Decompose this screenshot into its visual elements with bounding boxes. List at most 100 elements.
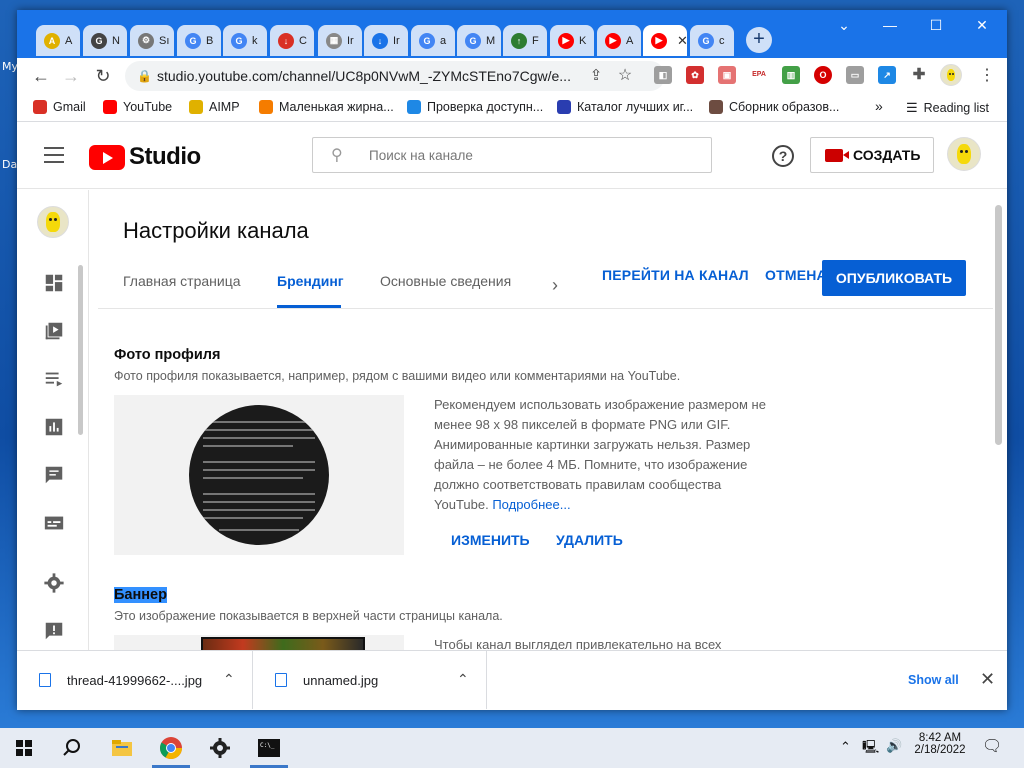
browser-tab[interactable]: GM — [457, 25, 501, 56]
tabs-chevron-right-icon[interactable]: › — [552, 275, 558, 296]
browser-tab[interactable]: ⚙ Sı — [130, 25, 174, 56]
tab-basic-info[interactable]: Основные сведения — [380, 273, 511, 289]
bookmark-favicon-icon — [407, 100, 421, 114]
content-scrollbar[interactable] — [995, 205, 1002, 445]
share-icon[interactable]: ⇪ — [582, 62, 610, 90]
reading-list-button[interactable]: ☰ Reading list — [906, 100, 989, 116]
notifications-icon[interactable]: 🗨 — [982, 736, 1002, 756]
reading-list-icon: ☰ — [906, 100, 918, 115]
bookmark-favicon-icon — [189, 100, 203, 114]
settings-gear-icon[interactable] — [43, 572, 65, 594]
bookmark-item[interactable]: Каталог лучших иг... — [557, 100, 693, 114]
taskbar-search-icon[interactable] — [58, 734, 86, 762]
forward-button[interactable]: → — [57, 62, 85, 90]
terminal-taskbar-icon[interactable]: C:\_ — [255, 734, 283, 762]
bookmarks-more-icon[interactable]: » — [875, 98, 883, 114]
channel-avatar[interactable] — [37, 206, 69, 238]
dashboard-icon[interactable] — [43, 272, 65, 294]
channel-search-input[interactable]: ⚲ Поиск на канале — [312, 137, 712, 173]
file-explorer-icon[interactable] — [108, 734, 136, 762]
create-button[interactable]: СОЗДАТЬ — [810, 137, 934, 173]
learn-more-link[interactable]: Подробнее... — [492, 497, 570, 512]
windows-start-icon[interactable] — [10, 734, 38, 762]
extension-8-icon[interactable]: ↗ — [878, 66, 896, 84]
tab-search-icon[interactable]: ⌄ — [821, 10, 867, 40]
publish-button[interactable]: ОПУБЛИКОВАТЬ — [822, 260, 966, 296]
bookmark-item[interactable]: Проверка доступн... — [407, 100, 543, 114]
nav-scrollbar[interactable] — [78, 265, 83, 435]
desktop-label-1[interactable]: My — [2, 60, 18, 73]
extension-7-icon[interactable]: ▭ — [846, 66, 864, 84]
minimize-button[interactable]: — — [867, 10, 913, 40]
maximize-button[interactable]: ☐ — [913, 10, 959, 40]
browser-tab[interactable]: AA — [36, 25, 80, 56]
download-item-2-chevron-icon[interactable]: ⌃ — [457, 671, 469, 688]
browser-tab[interactable]: ↓ Ir — [364, 25, 408, 56]
browser-tab[interactable]: Gk — [223, 25, 267, 56]
browser-window: A A G N ⚙ Sı G B Gk ↓ C ▦ Ir ↓ Ir Ga G M ↑ F ▶ K ▶ A ▶ ✕ Gc + ⌄ — … — [17, 10, 1007, 710]
tab-favicon-icon: ↓ — [278, 32, 294, 49]
new-tab-button[interactable]: + — [746, 27, 772, 53]
hamburger-menu-icon[interactable] — [44, 147, 64, 163]
extension-2-icon[interactable]: ✿ — [686, 66, 704, 84]
tab-home[interactable]: Главная страница — [123, 273, 241, 289]
close-window-button[interactable]: ✕ — [959, 10, 1005, 40]
browser-tab[interactable]: ↓ C — [270, 25, 314, 56]
studio-logo[interactable]: Studio — [89, 143, 201, 171]
reload-button[interactable]: ↻ — [89, 62, 117, 90]
download-item-1-chevron-icon[interactable]: ⌃ — [223, 671, 235, 688]
browser-tab[interactable]: ▶ K — [550, 25, 594, 56]
tab-branding[interactable]: Брендинг — [277, 273, 344, 289]
tab-label: A — [65, 34, 73, 47]
browser-tab[interactable]: ▦ Ir — [318, 25, 362, 56]
close-tab-icon[interactable]: ✕ — [677, 33, 687, 49]
volume-icon[interactable]: 🔊 — [886, 738, 902, 754]
analytics-icon[interactable] — [43, 416, 65, 438]
profile-avatar[interactable] — [940, 64, 962, 86]
settings-taskbar-icon[interactable] — [206, 734, 234, 762]
back-button[interactable]: ← — [27, 62, 55, 90]
playlists-icon[interactable] — [43, 368, 65, 390]
download-item-1[interactable]: thread-41999662-....jpg ⌃ — [17, 651, 253, 709]
bookmark-item[interactable]: Gmail — [33, 100, 86, 114]
extension-6-icon[interactable]: O — [814, 66, 832, 84]
bookmark-item[interactable]: AIMP — [189, 100, 240, 114]
account-avatar[interactable] — [947, 137, 981, 171]
extension-5-icon[interactable]: ▥ — [782, 66, 800, 84]
browser-tab[interactable]: Gc — [690, 25, 734, 56]
browser-tab[interactable]: ↑ F — [503, 25, 547, 56]
content-icon[interactable] — [43, 320, 65, 342]
browser-tab[interactable]: ▶ ✕ — [643, 25, 687, 56]
bookmark-item[interactable]: Маленькая жирна... — [259, 100, 394, 114]
help-icon[interactable]: ? — [772, 145, 794, 167]
subtitles-icon[interactable] — [43, 512, 65, 534]
extension-4-icon[interactable]: ЕРА — [750, 66, 768, 84]
browser-tab[interactable]: Ga — [411, 25, 455, 56]
comments-icon[interactable] — [43, 464, 65, 486]
browser-tab[interactable]: ▶ A — [597, 25, 641, 56]
extension-3-icon[interactable]: ▣ — [718, 66, 736, 84]
feedback-icon[interactable] — [43, 620, 65, 642]
browser-tab[interactable]: GN — [83, 25, 127, 56]
bookmark-item[interactable]: Сборник образов... — [709, 100, 839, 114]
browser-tab[interactable]: GB — [177, 25, 221, 56]
close-downloads-icon[interactable]: ✕ — [980, 669, 995, 690]
cancel-button[interactable]: ОТМЕНА — [765, 267, 827, 283]
go-to-channel-button[interactable]: ПЕРЕЙТИ НА КАНАЛ — [602, 267, 749, 283]
network-icon[interactable]: 🖳 — [862, 738, 879, 760]
bookmark-star-icon[interactable]: ☆ — [611, 62, 639, 90]
chrome-taskbar-icon[interactable] — [157, 734, 185, 762]
tray-chevron-icon[interactable]: ⌃ — [840, 739, 851, 755]
banner-description: Это изображение показывается в верхней ч… — [114, 609, 503, 623]
clock[interactable]: 8:42 AM 2/18/2022 — [910, 732, 970, 756]
delete-photo-button[interactable]: УДАЛИТЬ — [556, 532, 623, 548]
menu-dots-icon[interactable]: ⋮ — [973, 62, 1001, 90]
desktop-label-2[interactable]: Da — [2, 158, 17, 171]
download-item-2[interactable]: unnamed.jpg ⌃ — [253, 651, 487, 709]
bookmark-item[interactable]: YouTube — [103, 100, 172, 114]
lock-icon: 🔒 — [137, 69, 152, 83]
change-photo-button[interactable]: ИЗМЕНИТЬ — [451, 532, 530, 548]
show-all-downloads-link[interactable]: Show all — [908, 673, 959, 687]
extensions-puzzle-icon[interactable]: ✚ — [910, 66, 928, 84]
extension-1-icon[interactable]: ◧ — [654, 66, 672, 84]
